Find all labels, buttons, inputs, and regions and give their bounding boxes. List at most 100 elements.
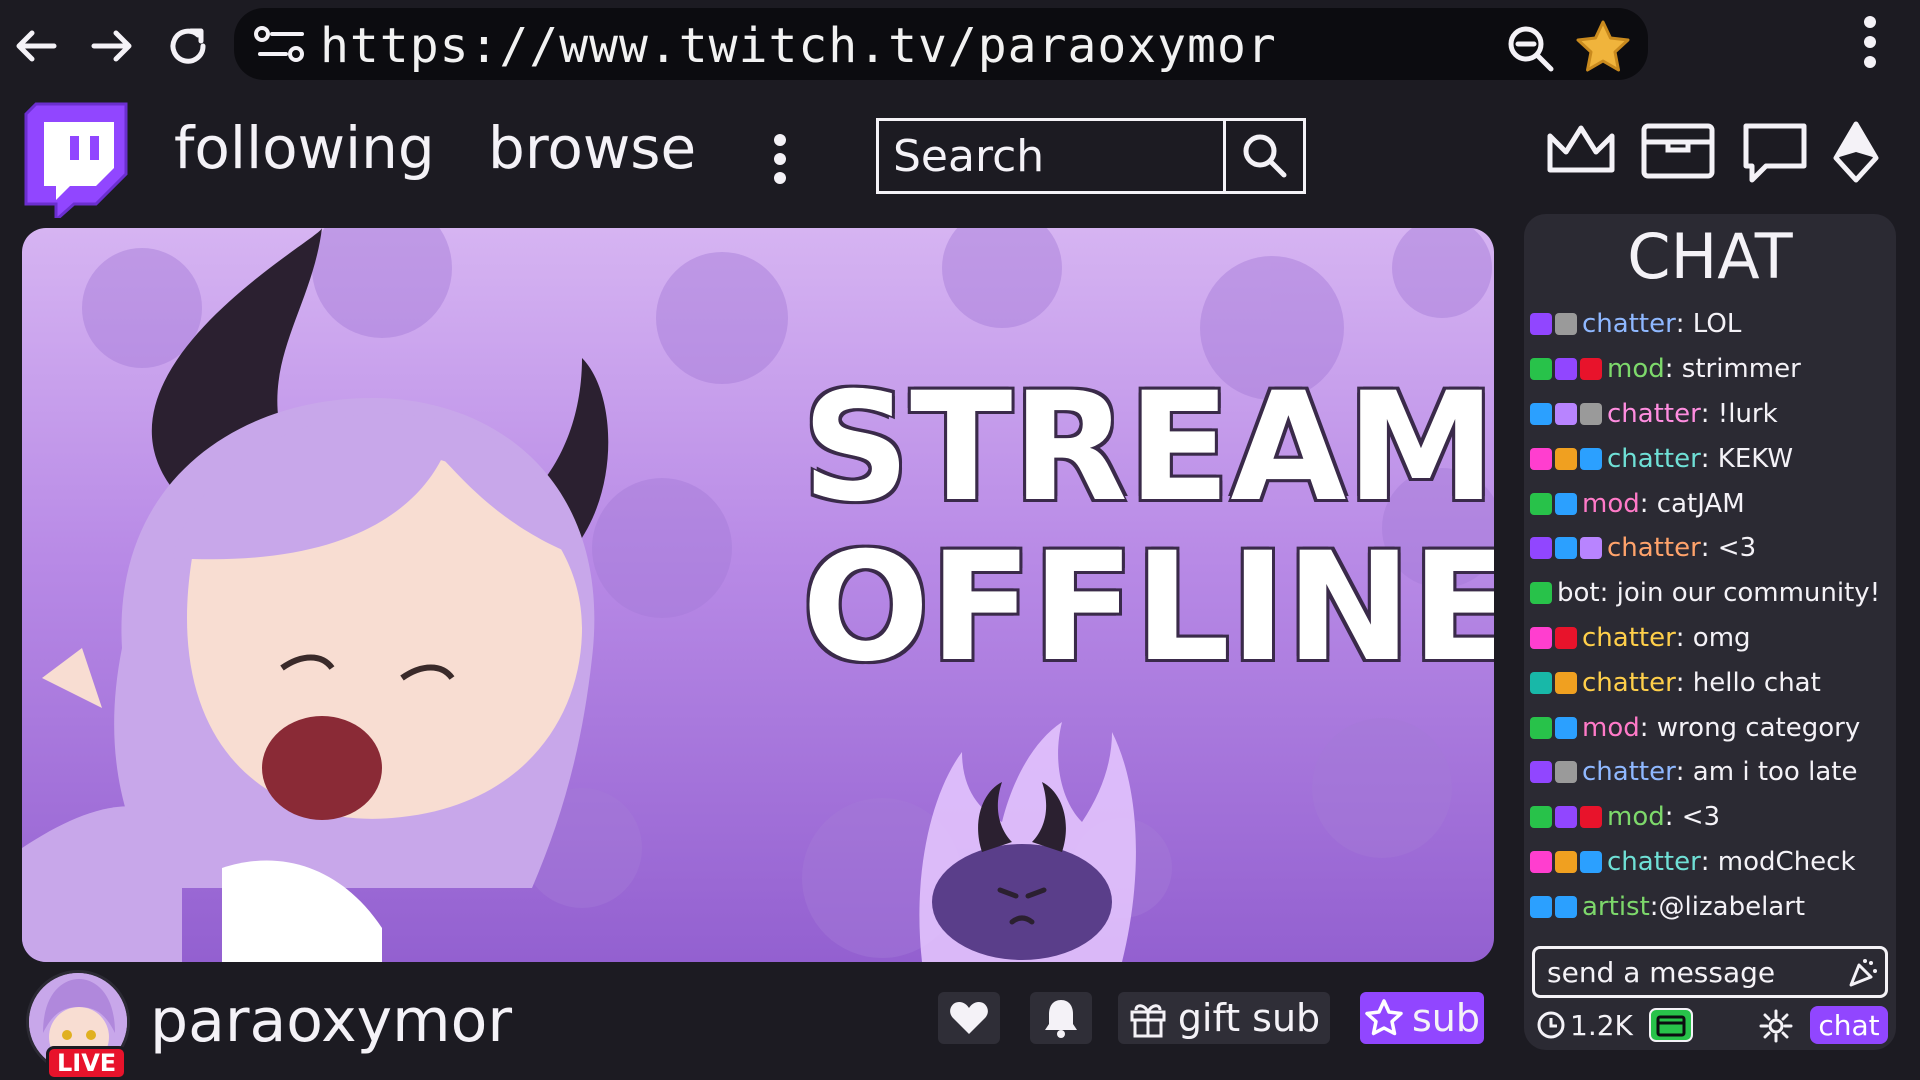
bits-icon[interactable]: [1830, 120, 1882, 188]
chat-badge-icon[interactable]: [1580, 447, 1602, 470]
search-icon: [1243, 134, 1286, 178]
chat-username[interactable]: chatter: [1607, 847, 1701, 877]
chat-badge-icon[interactable]: [1555, 761, 1577, 784]
gear-icon[interactable]: [1758, 1008, 1794, 1048]
chat-username[interactable]: mod: [1607, 354, 1665, 384]
chat-badge-icon[interactable]: [1580, 402, 1602, 425]
chat-text: : omg: [1675, 622, 1751, 653]
chat-username[interactable]: chatter: [1582, 623, 1676, 653]
subscribe-button[interactable]: sub: [1360, 992, 1484, 1044]
chat-message: chatter: LOL: [1530, 302, 1890, 347]
heart-icon: [950, 1002, 988, 1034]
back-arrow-icon[interactable]: [8, 18, 64, 74]
chat-message: chatter: am i too late: [1530, 750, 1890, 795]
notifications-button[interactable]: [1030, 992, 1092, 1044]
tune-icon[interactable]: [252, 24, 312, 68]
chat-badge-icon[interactable]: [1580, 358, 1602, 381]
channel-name[interactable]: paraoxymor: [150, 986, 512, 1056]
chat-text: : KEKW: [1700, 443, 1794, 474]
chat-username[interactable]: mod: [1582, 713, 1640, 743]
more-icon[interactable]: [770, 132, 790, 190]
chat-badge-icon[interactable]: [1530, 671, 1552, 694]
chat-send-button[interactable]: chat: [1810, 1006, 1888, 1044]
chat-badge-icon[interactable]: [1555, 492, 1577, 515]
chat-badge-icon[interactable]: [1530, 626, 1552, 649]
chat-text: : LOL: [1675, 309, 1742, 340]
party-popper-icon[interactable]: [1847, 957, 1879, 993]
forward-arrow-icon[interactable]: [84, 18, 140, 74]
chat-badge-icon[interactable]: [1555, 358, 1577, 381]
chat-badge-icon[interactable]: [1530, 582, 1552, 605]
chat-username[interactable]: mod: [1582, 489, 1640, 519]
chat-username[interactable]: chatter: [1607, 399, 1701, 429]
chat-username[interactable]: chatter: [1607, 533, 1701, 563]
chat-message: chatter: !lurk: [1530, 392, 1890, 437]
chat-message-input[interactable]: [1535, 949, 1835, 995]
sub-label: sub: [1411, 996, 1480, 1040]
chat-badge-icon[interactable]: [1555, 537, 1577, 560]
chat-badge-icon[interactable]: [1555, 313, 1577, 336]
crown-icon[interactable]: [1544, 120, 1618, 184]
chat-username[interactable]: bot: [1557, 578, 1600, 608]
chat-badge-icon[interactable]: [1580, 806, 1602, 829]
chat-badge-icon[interactable]: [1530, 716, 1552, 739]
chat-username[interactable]: chatter: [1582, 757, 1676, 787]
zoom-out-icon[interactable]: [1504, 22, 1556, 78]
chat-text: : <3: [1664, 802, 1721, 833]
chat-text: : join our community!: [1599, 578, 1881, 609]
channel-points-icon[interactable]: [1648, 1008, 1693, 1042]
reload-icon[interactable]: [160, 18, 216, 74]
star-icon[interactable]: [1574, 18, 1632, 80]
chat-badge-icon[interactable]: [1580, 850, 1602, 873]
chat-badge-icon[interactable]: [1555, 716, 1577, 739]
chat-badge-icon[interactable]: [1555, 402, 1577, 425]
nav-following[interactable]: following: [174, 114, 435, 182]
gift-icon: [1130, 1004, 1166, 1038]
chat-message: mod: <3: [1530, 795, 1890, 840]
chat-badge-icon[interactable]: [1530, 447, 1552, 470]
site-header: following browse: [0, 92, 1920, 224]
inbox-icon[interactable]: [1640, 120, 1716, 186]
follow-button[interactable]: [938, 992, 1000, 1044]
chat-badge-icon[interactable]: [1530, 806, 1552, 829]
chat-badge-icon[interactable]: [1555, 806, 1577, 829]
kebab-icon[interactable]: [1860, 14, 1880, 74]
chat-message: chatter: hello chat: [1530, 660, 1890, 705]
chat-username[interactable]: artist: [1582, 892, 1650, 922]
chat-username[interactable]: mod: [1607, 802, 1665, 832]
chat-badge-icon[interactable]: [1530, 492, 1552, 515]
chat-message: bot: join our community!: [1530, 571, 1890, 616]
gift-sub-button[interactable]: gift sub: [1118, 992, 1330, 1044]
chat-username[interactable]: chatter: [1582, 309, 1676, 339]
chat-badge-icon[interactable]: [1530, 895, 1552, 918]
chat-badge-icon[interactable]: [1530, 850, 1552, 873]
chat-badge-icon[interactable]: [1530, 761, 1552, 784]
chat-badge-icon[interactable]: [1530, 358, 1552, 381]
browser-toolbar: https://www.twitch.tv/paraoxymor: [0, 0, 1920, 90]
chat-badge-icon[interactable]: [1555, 895, 1577, 918]
live-badge: LIVE: [46, 1046, 128, 1080]
search-button[interactable]: [1223, 121, 1303, 191]
chat-username[interactable]: chatter: [1607, 444, 1701, 474]
chat-username[interactable]: chatter: [1582, 668, 1676, 698]
chat-badge-icon[interactable]: [1555, 671, 1577, 694]
offline-screen[interactable]: STREAM OFFLINE: [22, 228, 1494, 962]
twitch-logo-icon[interactable]: [18, 102, 130, 224]
demon-cat-mascot-illustration: [919, 722, 1136, 962]
chat-badge-icon[interactable]: [1555, 447, 1577, 470]
chat-badge-icon[interactable]: [1555, 850, 1577, 873]
chat-bubble-icon[interactable]: [1740, 120, 1810, 190]
url-text[interactable]: https://www.twitch.tv/paraoxymor: [320, 18, 1277, 74]
chat-badge-icon[interactable]: [1580, 537, 1602, 560]
search-input[interactable]: [879, 121, 1223, 191]
chat-badge-icon[interactable]: [1530, 313, 1552, 336]
address-bar[interactable]: https://www.twitch.tv/paraoxymor: [234, 8, 1648, 80]
chat-badge-icon[interactable]: [1530, 402, 1552, 425]
chat-badge-icon[interactable]: [1530, 537, 1552, 560]
offline-line-1: STREAM: [802, 361, 1494, 535]
nav-browse[interactable]: browse: [488, 114, 696, 182]
chat-badge-icon[interactable]: [1555, 626, 1577, 649]
chat-message: mod: catJAM: [1530, 481, 1890, 526]
stream-offline-text: STREAM OFFLINE: [802, 361, 1494, 688]
viewer-count-value: 1.2K: [1570, 1008, 1633, 1042]
